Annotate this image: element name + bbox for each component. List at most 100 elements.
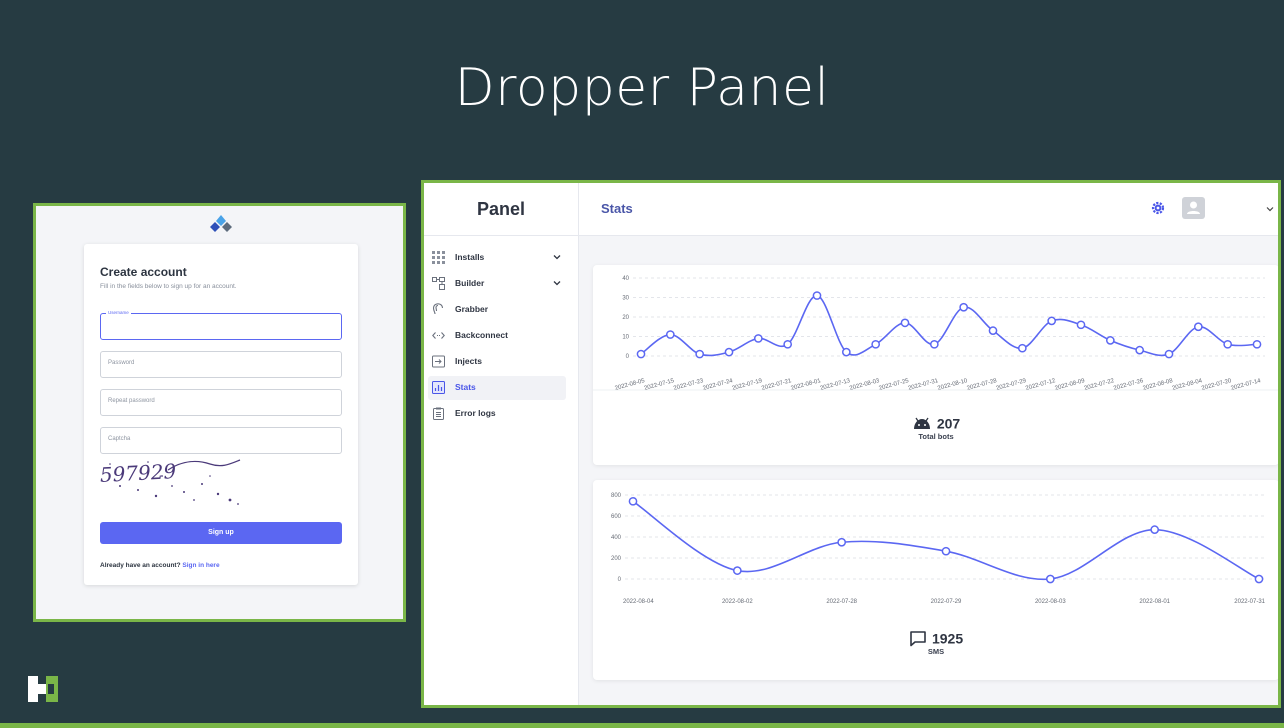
repeat-password-placeholder: Repeat password [108, 398, 155, 404]
panel-screenshot: Panel Installs Builder Grabber Backconne… [421, 180, 1281, 708]
sidebar-item-error-logs[interactable]: Error logs [428, 402, 566, 426]
signup-button[interactable]: Sign up [100, 522, 342, 544]
company-logo-icon [28, 676, 58, 702]
x-tick-label: 2022-08-01 [1139, 599, 1170, 605]
y-tick-label: 600 [611, 514, 622, 520]
signup-card: Create account Fill in the fields below … [84, 244, 358, 585]
data-point[interactable] [841, 347, 851, 357]
signin-prompt: Already have an account? Sign in here [100, 562, 220, 569]
sidebar-item-label: Error logs [455, 408, 496, 418]
bots-line-chart: 0102030402022-08-052022-07-152022-07-232… [593, 276, 1278, 392]
username-label: Username [106, 310, 131, 315]
data-point[interactable] [1193, 322, 1203, 332]
username-field[interactable]: Username [100, 310, 342, 340]
x-tick-label: 2022-08-02 [722, 599, 753, 605]
gear-icon[interactable] [1150, 200, 1166, 216]
data-point[interactable] [1076, 320, 1086, 330]
data-point[interactable] [732, 566, 742, 575]
data-point[interactable] [929, 339, 939, 349]
sidebar-item-label: Installs [455, 252, 485, 262]
signup-screenshot: Create account Fill in the fields below … [33, 203, 406, 622]
captcha-placeholder: Captcha [108, 436, 131, 442]
repeat-password-field[interactable]: Repeat password [100, 389, 342, 416]
y-tick-label: 30 [622, 296, 629, 302]
sidebar-item-injects[interactable]: Injects [428, 350, 566, 374]
sidebar-item-label: Injects [455, 356, 482, 366]
data-point[interactable] [988, 326, 998, 336]
bots-chart-card: 0 10 20 30 40 2022-08-05 2022-07-15 2022-07-23 2… [593, 265, 1278, 465]
data-point[interactable] [959, 302, 969, 312]
sidebar-item-builder[interactable]: Builder [428, 272, 566, 296]
code-icon [432, 332, 445, 339]
data-point[interactable] [941, 546, 951, 556]
captcha-text: 597929 [99, 459, 177, 487]
y-tick-label: 200 [611, 556, 622, 562]
sidebar-item-label: Builder [455, 278, 485, 288]
password-field[interactable]: Password [100, 351, 342, 378]
sidebar-item-label: Stats [455, 382, 476, 392]
data-point[interactable] [1252, 339, 1262, 349]
data-point[interactable] [1017, 343, 1027, 353]
password-placeholder: Password [108, 360, 135, 366]
bottom-accent-line [0, 723, 1284, 728]
data-point[interactable] [871, 339, 881, 349]
data-point[interactable] [665, 330, 675, 339]
y-tick-label: 400 [611, 535, 622, 541]
ear-icon [432, 303, 444, 315]
data-point[interactable] [1254, 574, 1264, 584]
signin-link[interactable]: Sign in here [182, 562, 219, 569]
already-text: Already have an account? [100, 562, 181, 569]
signup-subtitle: Fill in the fields below to sign up for … [100, 283, 237, 290]
sidebar-item-grabber[interactable]: Grabber [428, 298, 566, 322]
data-point[interactable] [837, 537, 847, 547]
series-line [640, 294, 1258, 357]
stats-icon [432, 381, 445, 394]
data-point[interactable] [1105, 336, 1115, 345]
sidebar: Panel Installs Builder Grabber Backconne… [424, 183, 579, 705]
data-point[interactable] [783, 339, 793, 349]
sidebar-brand: Panel [424, 183, 578, 236]
data-point[interactable] [812, 291, 822, 300]
sms-label: SMS [927, 647, 945, 656]
sms-value: 1925 [931, 630, 964, 647]
grid-icon [432, 251, 445, 264]
data-point[interactable] [900, 318, 910, 328]
y-tick-label: 20 [622, 315, 629, 321]
bots-label: Total bots [918, 432, 954, 441]
data-point[interactable] [753, 334, 763, 343]
chevron-down-icon[interactable] [1264, 203, 1276, 215]
data-point[interactable] [636, 349, 646, 359]
avatar[interactable] [1182, 197, 1205, 219]
data-point[interactable] [1047, 316, 1057, 326]
data-point[interactable] [695, 349, 705, 359]
data-point[interactable] [628, 496, 638, 506]
y-tick-label: 800 [611, 493, 622, 499]
captcha-field[interactable]: Captcha [100, 427, 342, 454]
android-icon [913, 417, 930, 429]
slide-title: Dropper Panel [454, 58, 830, 118]
series-line [632, 500, 1260, 581]
signup-title: Create account [100, 265, 187, 279]
sms-stat: 1925 SMS [593, 628, 1278, 656]
sidebar-item-stats[interactable]: Stats [428, 376, 566, 400]
data-point[interactable] [1045, 574, 1055, 584]
topbar: Stats [579, 183, 1278, 236]
sidebar-item-backconnect[interactable]: Backconnect [428, 324, 566, 348]
clipboard-icon [433, 407, 444, 420]
data-point[interactable] [1135, 345, 1145, 355]
y-tick-label: 10 [622, 335, 629, 341]
sidebar-item-label: Backconnect [455, 330, 508, 340]
y-tick-label: 0 [618, 577, 622, 583]
bots-stat: 207 Total bots [593, 413, 1278, 441]
data-point[interactable] [1164, 349, 1174, 359]
data-point[interactable] [1150, 525, 1160, 535]
data-point[interactable] [1223, 339, 1233, 349]
page-title: Stats [601, 201, 633, 216]
x-tick-label: 2022-07-29 [931, 599, 962, 605]
captcha-image: 597929 [99, 459, 241, 505]
x-tick-label: 2022-07-28 [826, 599, 857, 605]
bots-value: 207 [936, 415, 961, 432]
data-point[interactable] [724, 347, 734, 357]
sidebar-item-installs[interactable]: Installs [428, 246, 566, 270]
builder-icon [432, 277, 445, 290]
